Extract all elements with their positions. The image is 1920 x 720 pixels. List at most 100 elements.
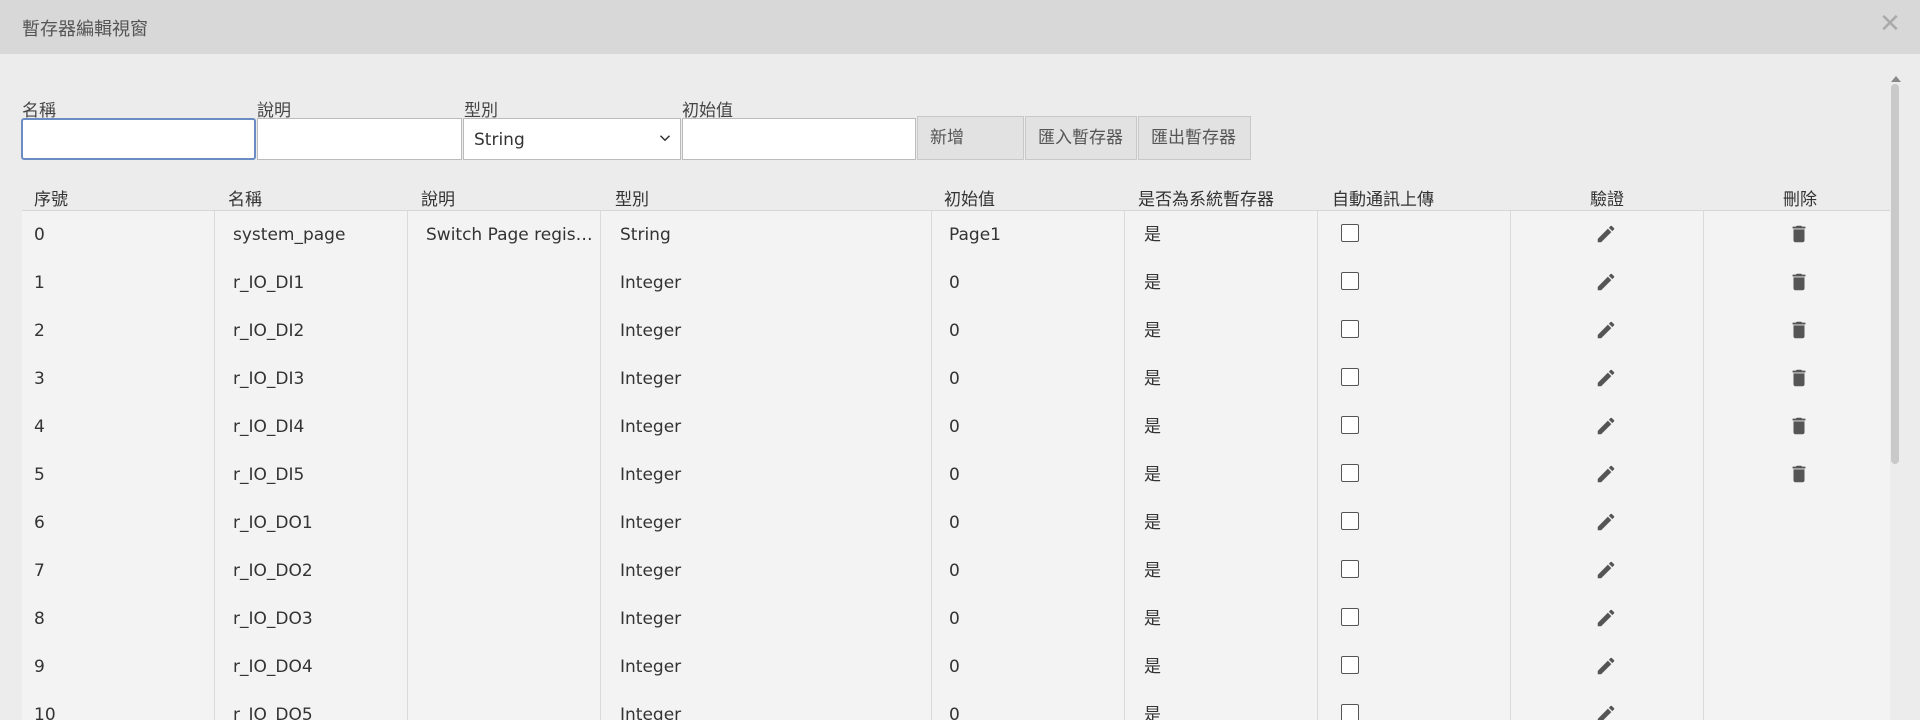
table-row[interactable]: 6 r_IO_DO1 Integer 0 是 <box>22 499 1890 548</box>
auto-upload-checkbox[interactable] <box>1341 608 1359 626</box>
column-divider <box>1317 211 1318 259</box>
cell-system-register: 是 <box>1144 513 1161 533</box>
pencil-icon[interactable] <box>1595 559 1617 581</box>
column-divider <box>1317 355 1318 403</box>
cell-init: 0 <box>949 657 960 677</box>
cell-desc <box>426 643 606 691</box>
window-title: 暫存器編輯視窗 <box>22 19 148 40</box>
trash-icon[interactable] <box>1788 463 1810 485</box>
cell-index: 9 <box>34 657 45 677</box>
column-divider <box>1317 499 1318 547</box>
cell-init: 0 <box>949 705 960 720</box>
column-divider <box>1703 211 1704 259</box>
auto-upload-checkbox[interactable] <box>1341 512 1359 530</box>
trash-icon[interactable] <box>1788 223 1810 245</box>
add-button[interactable]: 新增 <box>917 116 1024 160</box>
auto-upload-checkbox[interactable] <box>1341 368 1359 386</box>
auto-upload-checkbox[interactable] <box>1341 704 1359 720</box>
cell-index: 10 <box>34 705 56 720</box>
trash-icon[interactable] <box>1788 319 1810 341</box>
table-header: 序號 名稱 說明 型別 初始值 是否為系統暫存器 自動通訊上傳 驗證 刪除 <box>22 180 1890 211</box>
column-divider <box>1703 499 1704 547</box>
cell-desc <box>426 499 606 547</box>
table-row[interactable]: 0 system_page Switch Page regis… String Page… <box>22 211 1890 260</box>
table-row[interactable]: 5 r_IO_DI5 Integer 0 是 <box>22 451 1890 500</box>
pencil-icon[interactable] <box>1595 367 1617 389</box>
column-divider <box>1703 547 1704 595</box>
scrollbar-thumb[interactable] <box>1891 84 1899 464</box>
cell-system-register: 是 <box>1144 225 1161 245</box>
register-table: 序號 名稱 說明 型別 初始值 是否為系統暫存器 自動通訊上傳 驗證 刪除 0 s… <box>22 180 1890 720</box>
column-divider <box>214 643 215 691</box>
column-divider <box>1703 595 1704 643</box>
cell-system-register: 是 <box>1144 417 1161 437</box>
header-type: 型別 <box>615 190 649 210</box>
trash-icon[interactable] <box>1788 415 1810 437</box>
column-divider <box>1510 547 1511 595</box>
column-divider <box>1510 499 1511 547</box>
auto-upload-checkbox[interactable] <box>1341 560 1359 578</box>
cell-type: Integer <box>620 657 682 677</box>
column-divider <box>214 595 215 643</box>
cell-index: 0 <box>34 225 45 245</box>
type-select[interactable]: String <box>463 118 681 160</box>
table-row[interactable]: 4 r_IO_DI4 Integer 0 是 <box>22 403 1890 452</box>
table-row[interactable]: 7 r_IO_DO2 Integer 0 是 <box>22 547 1890 596</box>
column-divider <box>931 211 932 259</box>
table-row[interactable]: 3 r_IO_DI3 Integer 0 是 <box>22 355 1890 404</box>
cell-name: r_IO_DO1 <box>233 513 313 533</box>
header-auto-upload: 自動通訊上傳 <box>1332 190 1434 210</box>
cell-system-register: 是 <box>1144 369 1161 389</box>
pencil-icon[interactable] <box>1595 463 1617 485</box>
cell-init: 0 <box>949 321 960 341</box>
scroll-up-arrow[interactable] <box>1891 76 1901 82</box>
pencil-icon[interactable] <box>1595 415 1617 437</box>
auto-upload-checkbox[interactable] <box>1341 272 1359 290</box>
pencil-icon[interactable] <box>1595 607 1617 629</box>
name-input[interactable] <box>21 118 256 160</box>
column-divider <box>214 547 215 595</box>
pencil-icon[interactable] <box>1595 319 1617 341</box>
header-description: 說明 <box>421 190 455 210</box>
auto-upload-checkbox[interactable] <box>1341 224 1359 242</box>
header-name: 名稱 <box>228 190 262 210</box>
auto-upload-checkbox[interactable] <box>1341 320 1359 338</box>
pencil-icon[interactable] <box>1595 703 1617 720</box>
table-row[interactable]: 1 r_IO_DI1 Integer 0 是 <box>22 259 1890 308</box>
import-registers-button[interactable]: 匯入暫存器 <box>1025 116 1137 160</box>
auto-upload-checkbox[interactable] <box>1341 416 1359 434</box>
table-row[interactable]: 2 r_IO_DI2 Integer 0 是 <box>22 307 1890 356</box>
pencil-icon[interactable] <box>1595 655 1617 677</box>
description-input[interactable] <box>257 118 462 160</box>
cell-system-register: 是 <box>1144 321 1161 341</box>
auto-upload-checkbox[interactable] <box>1341 464 1359 482</box>
table-row[interactable]: 8 r_IO_DO3 Integer 0 是 <box>22 595 1890 644</box>
cell-desc <box>426 451 606 499</box>
table-row[interactable]: 10 r_IO_DO5 Integer 0 是 <box>22 691 1890 720</box>
cell-name: r_IO_DI1 <box>233 273 305 293</box>
column-divider <box>1317 451 1318 499</box>
cell-name: r_IO_DO4 <box>233 657 313 677</box>
header-initial-value: 初始值 <box>944 190 995 210</box>
cell-type: Integer <box>620 273 682 293</box>
close-icon[interactable]: ✕ <box>1876 10 1904 38</box>
auto-upload-checkbox[interactable] <box>1341 656 1359 674</box>
pencil-icon[interactable] <box>1595 271 1617 293</box>
cell-name: r_IO_DO5 <box>233 705 313 720</box>
pencil-icon[interactable] <box>1595 223 1617 245</box>
column-divider <box>1703 451 1704 499</box>
column-divider <box>214 499 215 547</box>
export-registers-button[interactable]: 匯出暫存器 <box>1138 116 1251 160</box>
cell-index: 5 <box>34 465 45 485</box>
trash-icon[interactable] <box>1788 271 1810 293</box>
cell-type: Integer <box>620 369 682 389</box>
column-divider <box>214 403 215 451</box>
pencil-icon[interactable] <box>1595 511 1617 533</box>
table-row[interactable]: 9 r_IO_DO4 Integer 0 是 <box>22 643 1890 692</box>
initial-value-input[interactable] <box>682 118 916 160</box>
cell-name: system_page <box>233 225 346 245</box>
column-divider <box>214 307 215 355</box>
trash-icon[interactable] <box>1788 367 1810 389</box>
column-divider <box>1510 259 1511 307</box>
column-divider <box>931 691 932 720</box>
